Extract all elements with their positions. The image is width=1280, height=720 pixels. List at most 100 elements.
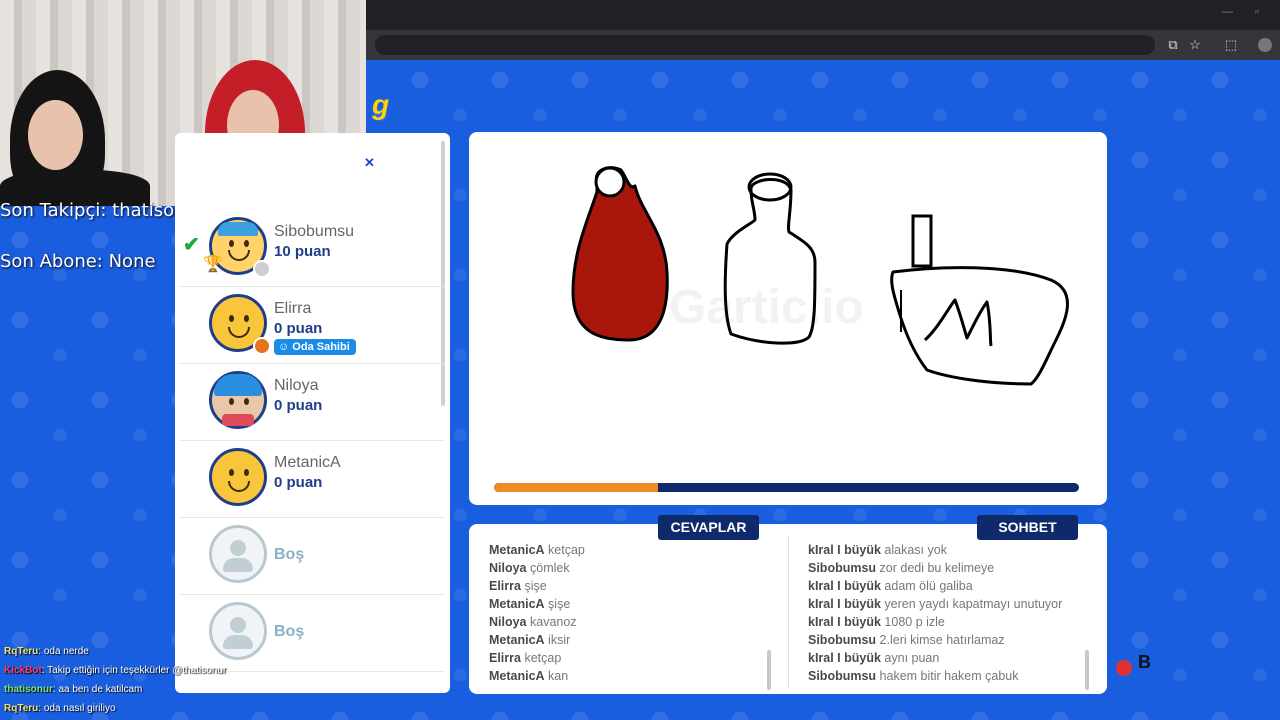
chat-message: kIral I büyük 1080 p izle	[808, 615, 945, 629]
status-dot-icon	[253, 260, 271, 278]
player-score: 0 puan	[274, 397, 323, 414]
message-user: Elirra	[489, 651, 521, 665]
message-text: 2.leri kimse hatırlamaz	[876, 633, 1005, 647]
red-dot-icon	[1116, 660, 1132, 676]
message-user: Niloya	[489, 615, 527, 629]
message-user: kIral I büyük	[808, 651, 881, 665]
message-user: kIral I büyük	[808, 615, 881, 629]
install-app-icon[interactable]: ⧉	[1164, 36, 1182, 54]
player-name: Niloya	[274, 377, 319, 394]
chat-message: Sibobumsu zor dedi bu kelimeye	[808, 561, 994, 575]
avatar-smiley-icon	[209, 448, 267, 506]
empty-slot-label: Boş	[274, 546, 305, 563]
stream-chat-user: thatisonur	[4, 684, 53, 695]
player-card[interactable]: Elirra 0 puan ☺ Oda Sahibi	[179, 287, 445, 364]
stream-chat-text: : oda nerde	[38, 646, 89, 657]
stream-chat-user: KickBot	[4, 665, 42, 676]
message-user: kIral I büyük	[808, 543, 881, 557]
players-panel: ✔ 🏆 Sibobumsu 10 puan Elirra 0 puan ☺ Od…	[175, 133, 450, 693]
message-text: kan	[544, 669, 569, 683]
answers-message: Elirra şişe	[489, 579, 547, 593]
message-text: ketçap	[520, 651, 562, 665]
player-name: Elirra	[274, 300, 312, 317]
glass-bottle-drawing	[723, 177, 817, 345]
answers-message: MetanicA iksir	[489, 633, 570, 647]
chat-message: kIral I büyük adam ölü galiba	[808, 579, 973, 593]
avatar-blue-hair-girl-icon	[209, 371, 267, 429]
stream-chat-text: : oda nasıl giriliyo	[38, 703, 116, 714]
empty-slot[interactable]: Boş	[179, 595, 445, 672]
restore-icon[interactable]: ▫	[1255, 6, 1259, 18]
column-divider	[788, 537, 789, 687]
message-user: MetanicA	[489, 633, 545, 647]
last-sub-text: Son Abone: None	[0, 251, 156, 272]
stream-chat-user: RqTeru	[4, 646, 39, 657]
message-text: şişe	[520, 579, 547, 593]
answers-message: MetanicA kan	[489, 669, 568, 683]
stream-chat-line: KickBot: Takip ettiğin için teşekkürler …	[4, 665, 226, 676]
chat-message: kIral I büyük aynı puan	[808, 651, 939, 665]
chat-message: Sibobumsu hakem bitir hakem çabuk	[808, 669, 1019, 683]
minimize-icon[interactable]: —	[1222, 6, 1233, 18]
message-text: adam ölü galiba	[880, 579, 973, 593]
extensions-icon[interactable]: ⬚	[1222, 36, 1240, 54]
chat-list: kIral I büyük alakası yok Sibobumsu zor d…	[808, 531, 1088, 691]
player-card[interactable]: Niloya 0 puan	[179, 364, 445, 441]
message-user: Sibobumsu	[808, 669, 877, 683]
message-text: hakem bitir hakem çabuk	[876, 669, 1019, 683]
empty-slot[interactable]: Boş	[179, 518, 445, 595]
message-text: yeren yaydı kapatmayı unutuyor	[880, 597, 1063, 611]
message-text: iksir	[544, 633, 571, 647]
empty-avatar-icon	[209, 602, 267, 660]
streamer-left	[0, 60, 160, 206]
stream-chat-text: : Takip ettiğin için teşekkürler @thatis…	[41, 665, 227, 676]
stream-chat-line: thatisonur: aa ben de katilcam	[4, 684, 142, 695]
bookmark-star-icon[interactable]: ☆	[1186, 36, 1204, 54]
profile-avatar-icon[interactable]	[1258, 38, 1272, 52]
message-user: Elirra	[489, 579, 521, 593]
pot-handle-drawing	[911, 214, 933, 268]
last-follower-text: Son Takipçi: thatisonur	[0, 200, 205, 221]
trophy-icon: 🏆	[203, 256, 223, 273]
b-logo-icon: B	[1138, 652, 1151, 672]
message-text: ketçap	[544, 543, 585, 557]
message-user: MetanicA	[489, 597, 545, 611]
chat-scrollbar[interactable]	[1085, 650, 1089, 690]
smile-icon: ☺	[278, 341, 293, 353]
player-card[interactable]: ✔ 🏆 Sibobumsu 10 puan	[179, 210, 445, 287]
answers-message: Niloya çömlek	[489, 561, 570, 575]
answers-scrollbar[interactable]	[767, 650, 771, 690]
chat-message: kIral I büyük alakası yok	[808, 543, 947, 557]
message-text: şişe	[544, 597, 571, 611]
message-user: Sibobumsu	[808, 561, 877, 575]
drawing-canvas[interactable]: Gartic.io	[469, 132, 1107, 505]
message-user: kIral I büyük	[808, 597, 881, 611]
stream-chat-line: RqTeru: oda nerde	[4, 646, 89, 657]
player-score: 10 puan	[274, 243, 331, 260]
close-icon[interactable]: ✕	[364, 155, 375, 171]
pot-drawing	[890, 266, 1069, 386]
stream-chat-line: RqTeru: oda nasıl giriliyo	[4, 703, 116, 714]
gartic-logo-icon: g	[372, 89, 390, 120]
message-user: kIral I büyük	[808, 579, 881, 593]
answers-message: Elirra ketçap	[489, 651, 561, 665]
drawing-strokes	[571, 166, 1069, 386]
message-text: aynı puan	[880, 651, 940, 665]
message-text: 1080 p izle	[880, 615, 945, 629]
answers-message: Niloya kavanoz	[489, 615, 577, 629]
address-bar[interactable]	[375, 35, 1155, 55]
room-owner-badge: ☺ Oda Sahibi	[274, 339, 356, 355]
message-user: MetanicA	[489, 543, 545, 557]
player-card[interactable]: MetanicA 0 puan	[179, 441, 445, 518]
player-name: MetanicA	[274, 454, 341, 471]
message-text: kavanoz	[526, 615, 577, 629]
message-text: çömlek	[526, 561, 570, 575]
message-user: Sibobumsu	[808, 633, 877, 647]
answers-list: MetanicA ketçap Niloya çömlek Elirra şişe M…	[489, 531, 769, 691]
empty-avatar-icon	[209, 525, 267, 583]
message-text: alakası yok	[880, 543, 947, 557]
chat-message: kIral I büyük yeren yaydı kapatmayı unut…	[808, 597, 1062, 611]
message-user: Niloya	[489, 561, 527, 575]
status-dot-icon	[253, 337, 271, 355]
stream-chat-text: : aa ben de katilcam	[52, 684, 143, 695]
